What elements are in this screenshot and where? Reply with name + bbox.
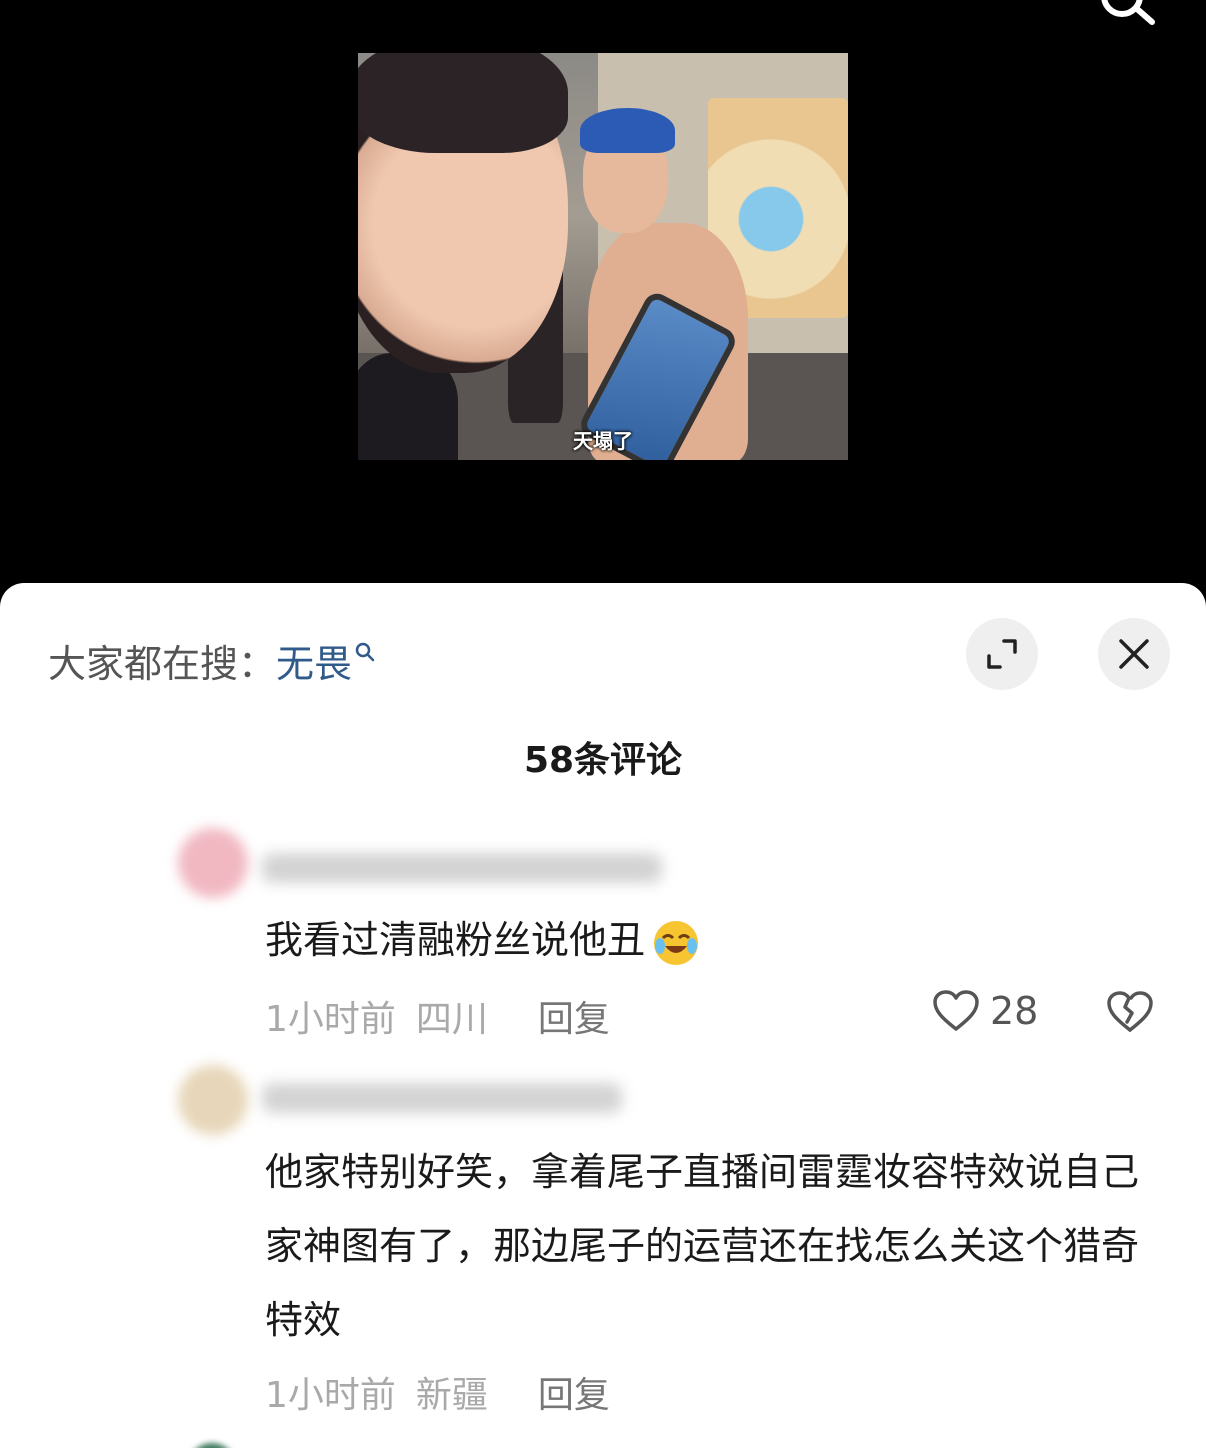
expand-icon bbox=[987, 639, 1017, 669]
search-icon[interactable] bbox=[1098, 0, 1158, 32]
avatar[interactable] bbox=[178, 1065, 248, 1135]
video-caption: 天塌了 bbox=[573, 429, 633, 453]
comment-text: 我看过清融粉丝说他丑 bbox=[265, 903, 1155, 977]
crying-laughing-emoji-icon bbox=[654, 920, 699, 965]
comment-location: 四川 bbox=[415, 999, 488, 1040]
hot-search-bar[interactable]: 大家都在搜：无畏 bbox=[48, 633, 376, 688]
blurred-username bbox=[262, 853, 662, 883]
reply-button[interactable]: 回复 bbox=[538, 990, 610, 1042]
close-button[interactable] bbox=[1098, 618, 1170, 690]
hot-search-keyword[interactable]: 无畏 bbox=[276, 642, 352, 686]
comment-time: 1小时前 bbox=[265, 999, 396, 1040]
avatar[interactable] bbox=[188, 1443, 236, 1448]
close-icon bbox=[1119, 639, 1149, 669]
video-area[interactable]: 天塌了 bbox=[0, 0, 1206, 600]
video-thumbnail[interactable]: 天塌了 bbox=[358, 53, 848, 460]
comment-location: 新疆 bbox=[415, 1375, 488, 1416]
blurred-username bbox=[262, 1083, 622, 1113]
comment-count-title: 58条评论 bbox=[523, 740, 683, 781]
heart-icon bbox=[933, 990, 979, 1031]
small-search-icon bbox=[355, 643, 375, 662]
like-count: 28 bbox=[990, 989, 1039, 1033]
expand-button[interactable] bbox=[966, 618, 1038, 690]
comment-time: 1小时前 bbox=[265, 1375, 396, 1416]
comment-body: 我看过清融粉丝说他丑 bbox=[265, 918, 646, 962]
like-button[interactable]: 28 bbox=[932, 989, 1038, 1033]
comment-meta: 1小时前 新疆 回复 bbox=[265, 1366, 610, 1418]
hot-search-prefix: 大家都在搜： bbox=[48, 642, 277, 686]
reply-button[interactable]: 回复 bbox=[538, 1366, 610, 1418]
avatar[interactable] bbox=[178, 828, 248, 898]
comment-meta: 1小时前 四川 回复 bbox=[265, 990, 610, 1042]
comments-sheet: 大家都在搜：无畏 58条评论 我看过清融粉丝说他丑 1小时前 四川 回复 28 … bbox=[0, 583, 1206, 1448]
comment-text: 他家特别好笑，拿着尾子直播间雷霆妆容特效说自己家神图有了，那边尾子的运营还在找怎… bbox=[265, 1150, 1140, 1342]
broken-heart-icon[interactable] bbox=[1106, 989, 1154, 1035]
